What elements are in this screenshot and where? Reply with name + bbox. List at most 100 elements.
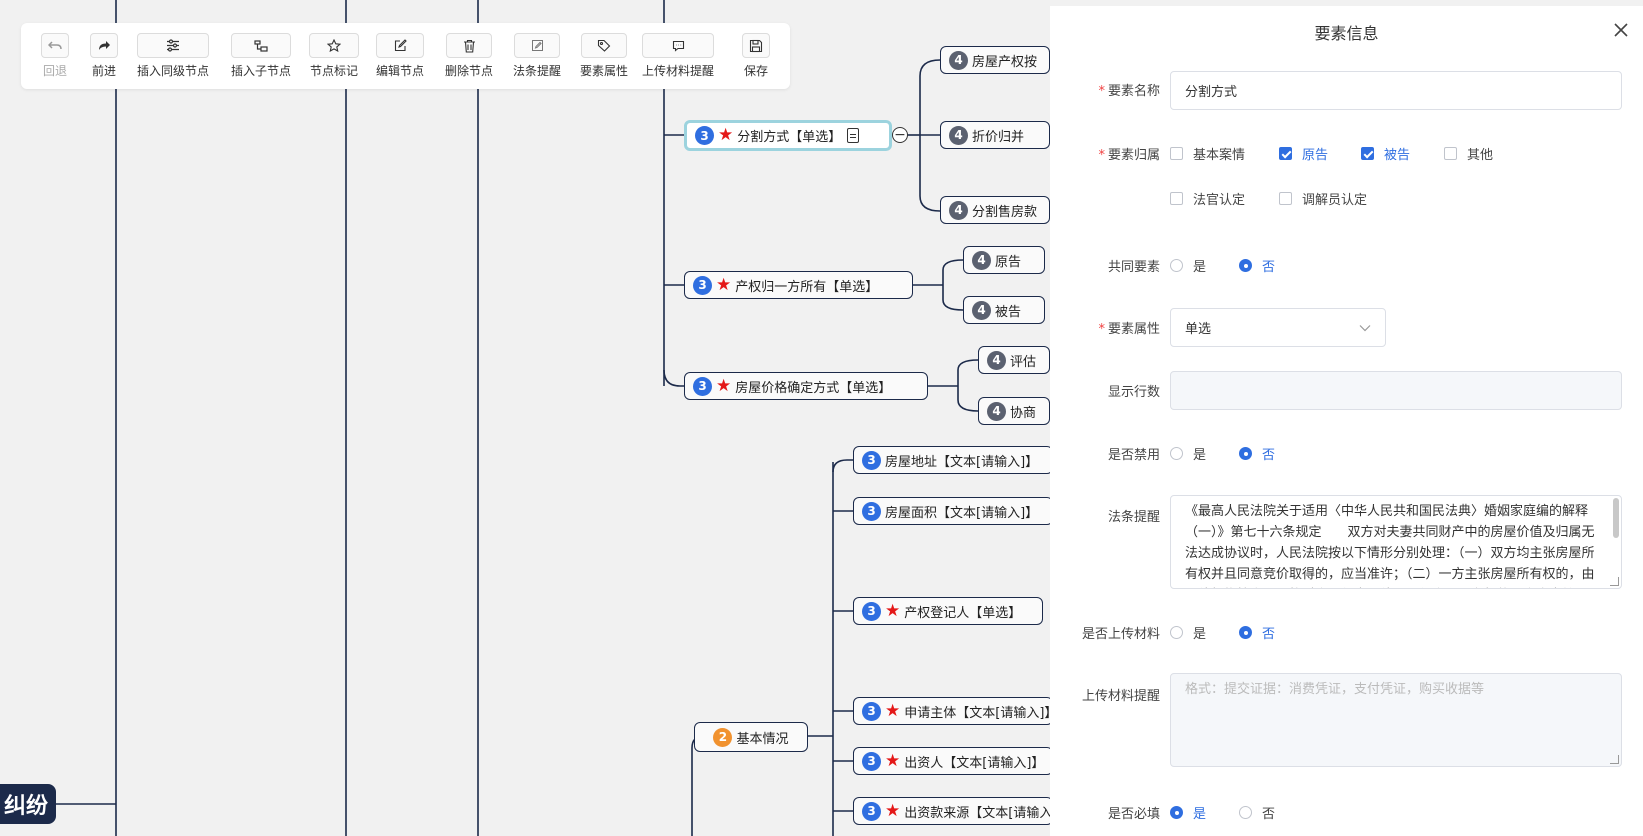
radio-circle: [1239, 447, 1252, 460]
element-info-panel: 要素信息 要素名称 分割方式 要素归属 基本案情 原告 被告 其他 法官认定 调…: [1050, 6, 1643, 836]
radio-circle: [1170, 259, 1183, 272]
insert-child-button[interactable]: 插入子节点: [231, 33, 291, 79]
node-price-method[interactable]: 3 ★ 房屋价格确定方式【单选】: [684, 372, 928, 400]
radio-disabled-yes[interactable]: 是: [1170, 444, 1206, 463]
common-element-label: 共同要素: [1107, 260, 1160, 275]
sliders-icon: [137, 33, 209, 58]
child-node-icon: [231, 33, 291, 58]
node-option-compensate[interactable]: 4 折价归并: [940, 121, 1050, 149]
radio-circle: [1170, 447, 1183, 460]
insert-sibling-button[interactable]: 插入同级节点: [137, 33, 209, 79]
radio-circle: [1239, 259, 1252, 272]
undo-button[interactable]: 回退: [41, 33, 69, 79]
upload-reminder-button[interactable]: 上传材料提醒: [642, 33, 714, 79]
display-rows-label: 显示行数: [1107, 385, 1160, 400]
node-label: 基本情况: [736, 731, 789, 747]
level-badge: 4: [972, 300, 991, 320]
checkbox-box: [1279, 192, 1292, 205]
resize-handle-icon[interactable]: [1610, 755, 1619, 764]
node-label: 房屋产权按: [972, 54, 1038, 70]
level-badge: 3: [862, 501, 881, 521]
element-attr-label: 要素属性: [1050, 318, 1160, 337]
close-icon[interactable]: [1611, 20, 1631, 40]
node-basic-info[interactable]: 2 基本情况: [694, 722, 808, 752]
checkbox-plaintiff[interactable]: 原告: [1279, 144, 1328, 163]
star-icon: ★: [885, 600, 901, 621]
required-label: 是否必填: [1107, 807, 1160, 822]
radio-common-no[interactable]: 否: [1239, 256, 1275, 275]
delete-node-button[interactable]: 删除节点: [445, 33, 493, 79]
mindmap-canvas[interactable]: 纠纷 3 ★ 分割方式【单选】 − 4 房屋产权按 4 折价归并 4 分割售房款…: [0, 0, 1050, 836]
node-house-area[interactable]: 3 房屋面积【文本[请输入]】: [853, 497, 1050, 525]
node-label: 被告: [995, 304, 1022, 320]
node-option-defendant[interactable]: 4 被告: [963, 296, 1045, 324]
chevron-down-icon: [1359, 324, 1371, 331]
toolbar: 回退 前进 插入同级节点 插入子节点 节点标记 编辑节点 删除节点 法条提醒 要…: [21, 23, 790, 89]
tag-icon: [581, 33, 627, 58]
law-reminder-label: 法条提醒: [1107, 510, 1160, 525]
radio-circle: [1239, 806, 1252, 819]
redo-icon: [90, 33, 118, 58]
redo-button[interactable]: 前进: [90, 33, 118, 79]
checkbox-judge[interactable]: 法官认定: [1170, 189, 1245, 208]
save-button[interactable]: 保存: [742, 33, 770, 79]
node-house-address[interactable]: 3 房屋地址【文本[请输入]】: [853, 446, 1050, 474]
checkbox-other[interactable]: 其他: [1444, 144, 1493, 163]
radio-upload-yes[interactable]: 是: [1170, 623, 1206, 642]
document-icon[interactable]: [847, 128, 860, 143]
edit-icon: [376, 33, 424, 58]
comment-icon: [642, 33, 714, 58]
radio-required-no[interactable]: 否: [1239, 803, 1275, 822]
level-badge: 4: [949, 200, 968, 220]
checkbox-mediator[interactable]: 调解员认定: [1279, 189, 1367, 208]
radio-disabled-no[interactable]: 否: [1239, 444, 1275, 463]
root-node[interactable]: 纠纷: [0, 784, 56, 824]
collapse-toggle-icon[interactable]: −: [892, 127, 908, 143]
node-label: 房屋面积【文本[请输入]】: [885, 505, 1039, 521]
node-applicant[interactable]: 3 ★ 申请主体【文本[请输入]】: [853, 697, 1050, 725]
element-attr-select[interactable]: 单选: [1170, 308, 1386, 347]
display-rows-input[interactable]: [1170, 371, 1622, 410]
upload-hint-textarea[interactable]: 格式：提交证据：消费凭证，支付凭证，购买收据等: [1170, 673, 1622, 767]
level-badge: 4: [972, 250, 991, 270]
upload-hint-label: 上传材料提醒: [1081, 689, 1160, 704]
checkbox-box: [1361, 147, 1374, 160]
node-label: 原告: [995, 254, 1022, 270]
level-badge: 3: [862, 751, 881, 771]
element-attr-button[interactable]: 要素属性: [580, 33, 628, 79]
element-name-label: 要素名称: [1050, 80, 1160, 99]
level-badge: 4: [987, 401, 1006, 421]
radio-circle: [1170, 806, 1183, 819]
star-icon: ★: [718, 125, 734, 145]
law-edit-icon: [514, 33, 560, 58]
node-label: 产权登记人【单选】: [904, 605, 1022, 621]
law-reminder-button[interactable]: 法条提醒: [513, 33, 561, 79]
mark-node-button[interactable]: 节点标记: [309, 33, 359, 79]
element-name-input[interactable]: 分割方式: [1170, 71, 1622, 110]
star-icon: ★: [885, 750, 901, 771]
edit-node-button[interactable]: 编辑节点: [376, 33, 424, 79]
node-fund-source[interactable]: 3 ★ 出资款来源【文本[请输入]】: [853, 797, 1050, 825]
radio-common-yes[interactable]: 是: [1170, 256, 1206, 275]
node-option-assess[interactable]: 4 评估: [978, 346, 1050, 374]
node-owner-one[interactable]: 3 ★ 产权归一方所有【单选】: [684, 271, 913, 299]
node-label: 房屋地址【文本[请输入]】: [885, 454, 1039, 470]
panel-title: 要素信息: [1314, 24, 1379, 43]
radio-upload-no[interactable]: 否: [1239, 623, 1275, 642]
node-investor[interactable]: 3 ★ 出资人【文本[请输入]】: [853, 747, 1050, 775]
node-option-plaintiff[interactable]: 4 原告: [963, 246, 1045, 274]
node-label: 折价归并: [972, 129, 1025, 145]
checkbox-basic-case[interactable]: 基本案情: [1170, 144, 1245, 163]
node-label: 房屋价格确定方式【单选】: [735, 380, 892, 396]
radio-required-yes[interactable]: 是: [1170, 803, 1206, 822]
scrollbar-thumb[interactable]: [1613, 498, 1619, 538]
law-reminder-textarea[interactable]: 《最高人民法院关于适用〈中华人民共和国民法典〉婚姻家庭编的解释（一）》第七十六条…: [1170, 495, 1622, 589]
node-option-property-ratio[interactable]: 4 房屋产权按: [940, 46, 1050, 74]
node-option-sell-split[interactable]: 4 分割售房款: [940, 196, 1050, 224]
node-split-method[interactable]: 3 ★ 分割方式【单选】: [684, 120, 892, 151]
node-registrant[interactable]: 3 ★ 产权登记人【单选】: [853, 597, 1043, 625]
checkbox-defendant[interactable]: 被告: [1361, 144, 1410, 163]
level-badge: 4: [949, 50, 968, 70]
resize-handle-icon[interactable]: [1610, 577, 1619, 586]
node-option-negotiate[interactable]: 4 协商: [978, 397, 1050, 425]
